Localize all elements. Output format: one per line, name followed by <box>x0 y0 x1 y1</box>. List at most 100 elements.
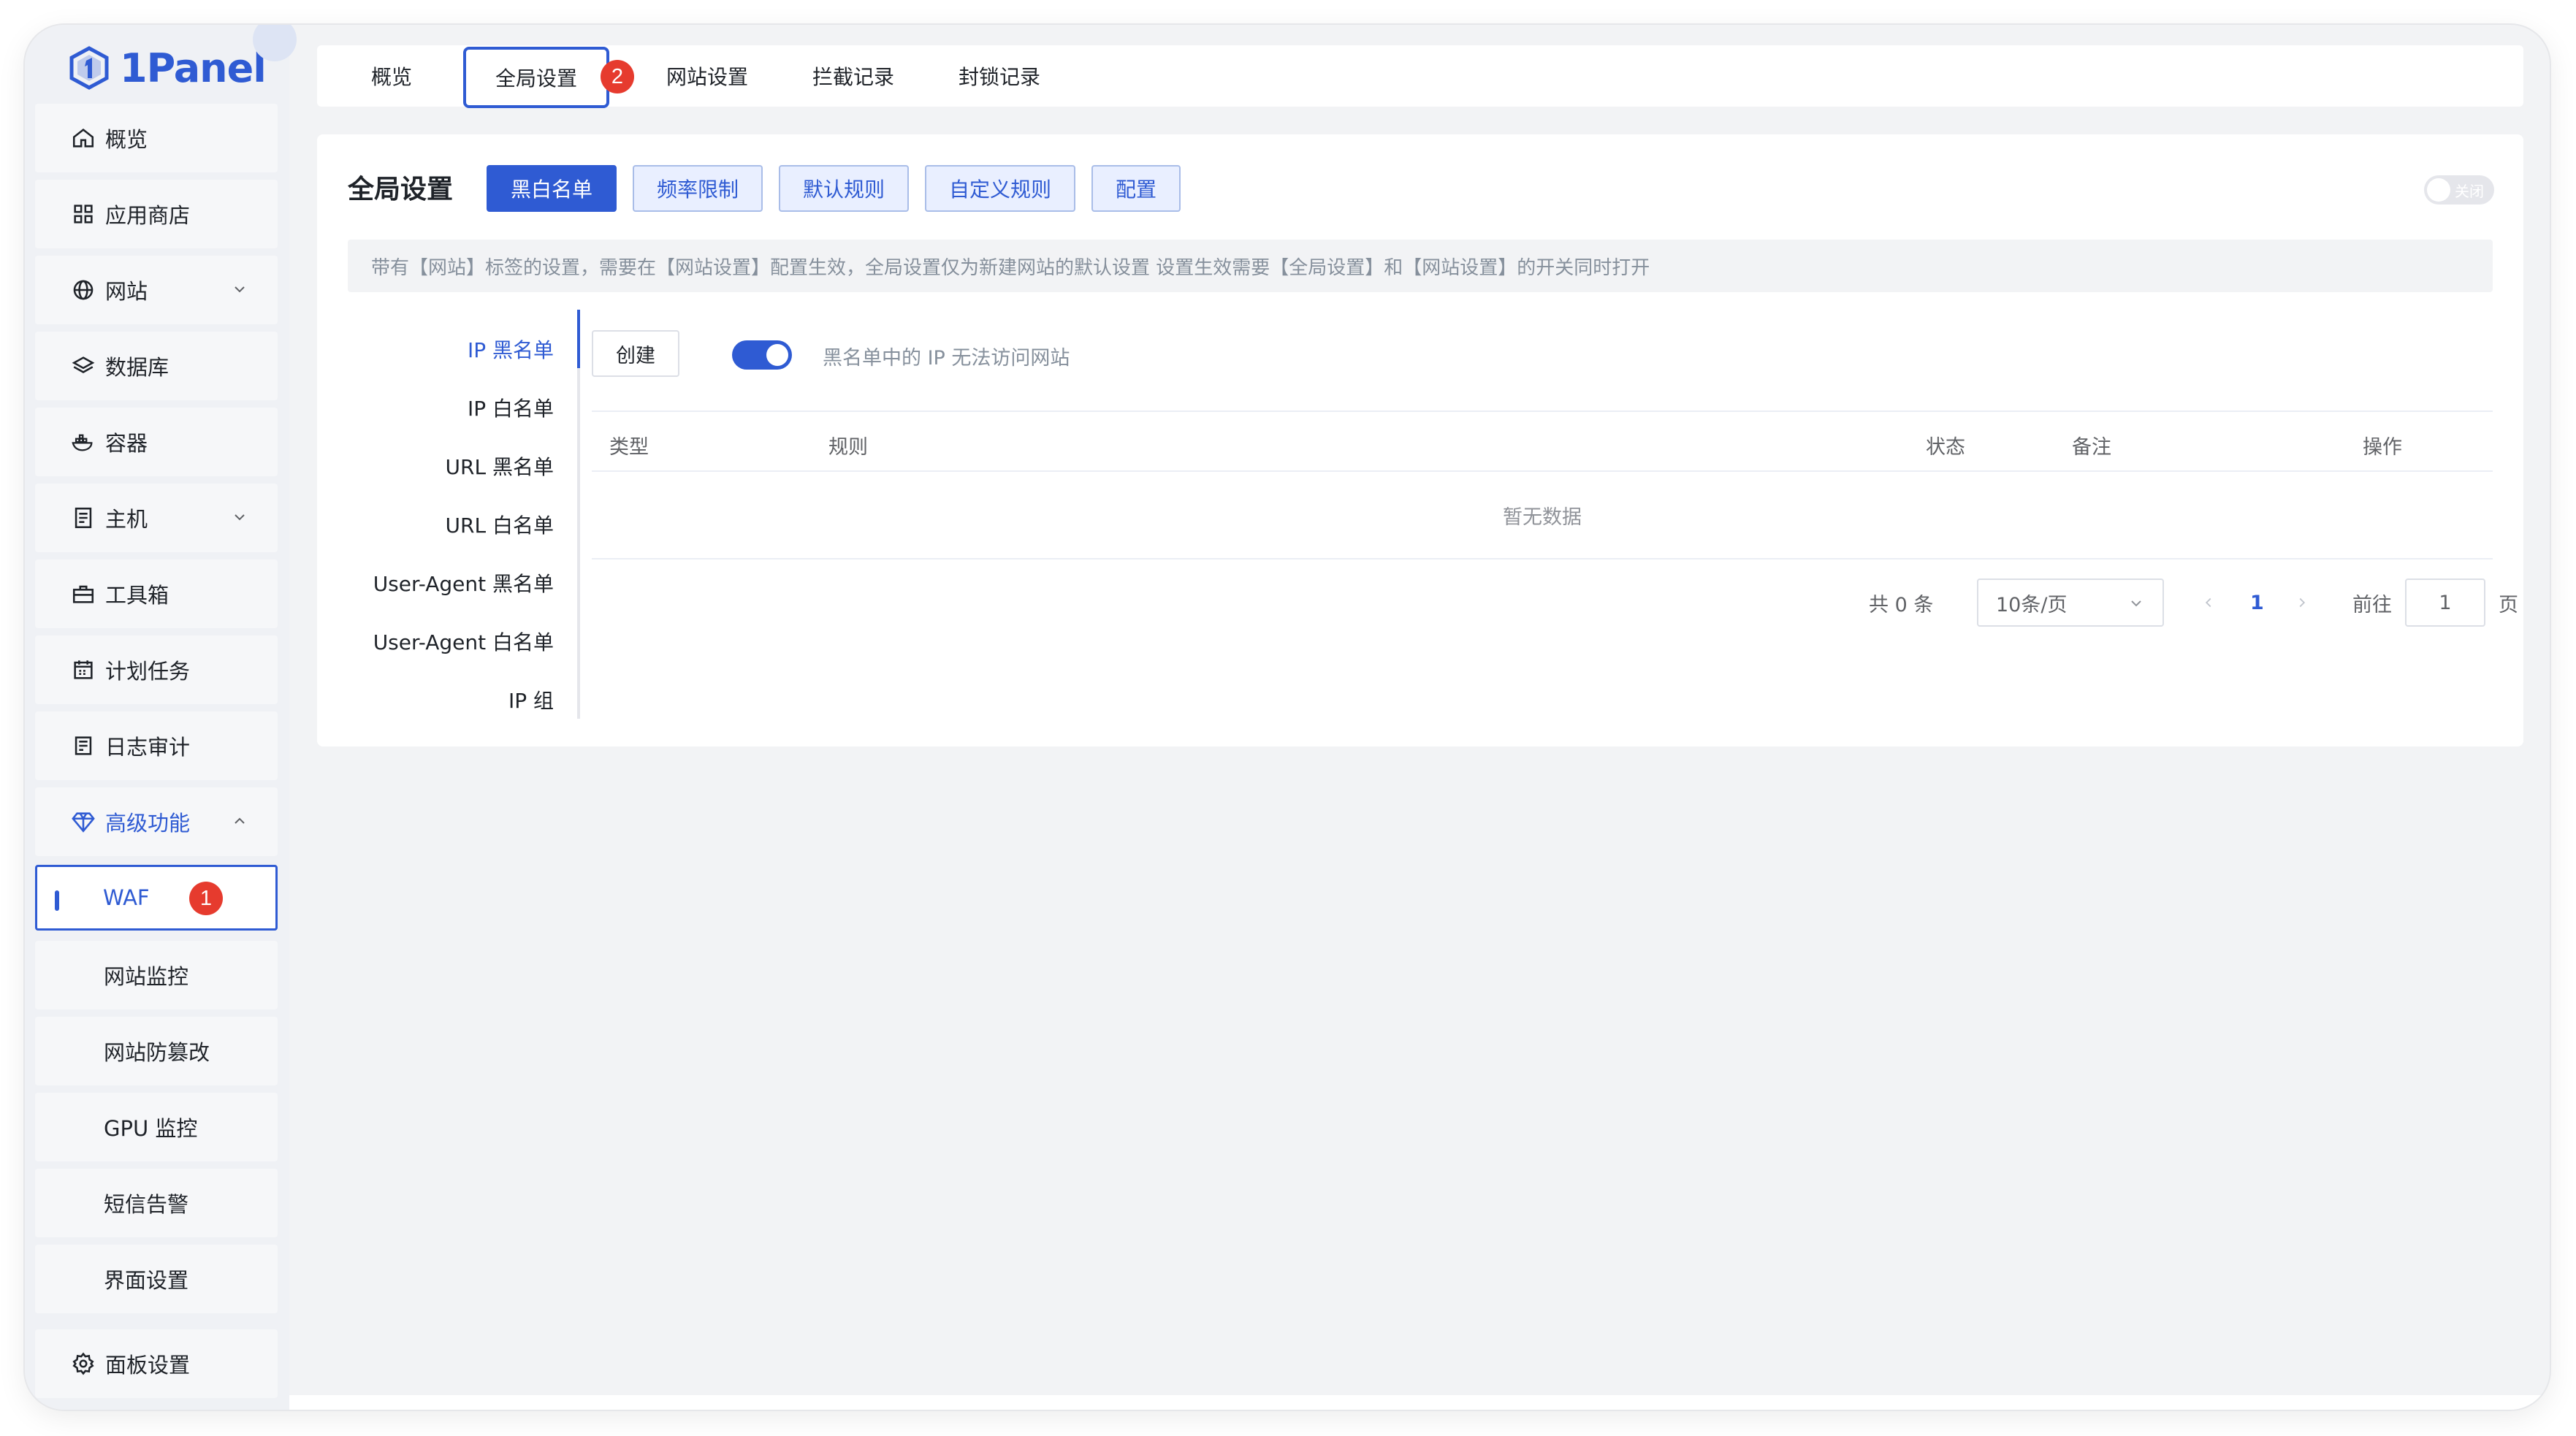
layers-icon <box>69 351 98 381</box>
rule-url-whitelist[interactable]: URL 白名单 <box>446 495 554 554</box>
pill-default-rules[interactable]: 默认规则 <box>779 165 909 212</box>
sidebar-item-label: 网站监控 <box>104 964 189 989</box>
sidebar-item-site-monitor[interactable]: 网站监控 <box>35 941 278 1009</box>
sidebar-item-waf[interactable]: WAF 1 <box>35 865 278 931</box>
page-size-value: 10条/页 <box>1996 593 2068 616</box>
sidebar-item-app-store[interactable]: 应用商店 <box>35 180 278 248</box>
rule-list-divider <box>577 310 580 719</box>
logo-icon <box>69 46 109 90</box>
sidebar-item-label: 主机 <box>105 507 148 532</box>
globe-icon <box>69 275 98 305</box>
sidebar-item-label: WAF <box>103 885 150 910</box>
logo-text: 1Panel <box>120 45 267 91</box>
server-icon <box>69 503 98 532</box>
sidebar-item-website[interactable]: 网站 <box>35 256 278 324</box>
goto-label: 前往 <box>2352 593 2392 616</box>
rule-ua-whitelist[interactable]: User-Agent 白名单 <box>373 612 554 671</box>
tab-block-logs[interactable]: 封锁记录 <box>959 45 1040 107</box>
chevron-left-icon <box>2205 597 2211 608</box>
home-icon <box>69 123 98 153</box>
sidebar-item-container[interactable]: 容器 <box>35 408 278 476</box>
column-actions: 操作 <box>2363 436 2402 459</box>
global-toggle[interactable]: 关闭 <box>2424 175 2494 205</box>
sidebar-item-panel-settings[interactable]: 面板设置 <box>35 1329 278 1398</box>
toggle-knob <box>2427 178 2450 202</box>
diamond-icon <box>69 807 98 836</box>
rule-ip-group[interactable]: IP 组 <box>508 671 554 729</box>
tab-site-settings[interactable]: 网站设置 <box>666 45 748 107</box>
sidebar-item-toolbox[interactable]: 工具箱 <box>35 559 278 628</box>
pill-config[interactable]: 配置 <box>1091 165 1181 212</box>
sidebar-item-label: 数据库 <box>105 355 169 380</box>
settings-notice: 带有【网站】标签的设置，需要在【网站设置】配置生效，全局设置仅为新建网站的默认设… <box>348 240 2493 292</box>
chevron-right-icon <box>2299 597 2306 608</box>
step-badge-1: 1 <box>189 882 223 915</box>
docker-icon <box>69 427 98 457</box>
sidebar-item-log-audit[interactable]: 日志审计 <box>35 711 278 780</box>
prev-page-button[interactable] <box>2200 578 2217 627</box>
page-title: 全局设置 <box>348 175 454 205</box>
pill-custom-rules[interactable]: 自定义规则 <box>925 165 1075 212</box>
sidebar-item-label: GPU 监控 <box>104 1116 198 1141</box>
switch-description: 黑名单中的 IP 无法访问网站 <box>823 347 1070 370</box>
page-number-current[interactable]: 1 <box>2250 578 2264 627</box>
gear-icon <box>69 1349 98 1378</box>
column-rule: 规则 <box>828 436 868 459</box>
column-remark: 备注 <box>2072 436 2111 459</box>
pagination-total: 共 0 条 <box>1869 593 1934 616</box>
sidebar-item-database[interactable]: 数据库 <box>35 332 278 400</box>
rule-url-blacklist[interactable]: URL 黑名单 <box>446 437 554 495</box>
table-header: 类型 规则 状态 备注 操作 <box>592 410 2493 472</box>
chevron-up-icon <box>235 817 245 824</box>
sidebar-item-overview[interactable]: 概览 <box>35 104 278 172</box>
sidebar-item-sms-alert[interactable]: 短信告警 <box>35 1169 278 1237</box>
sidebar-item-advanced[interactable]: 高级功能 <box>35 787 278 856</box>
goto-page-input[interactable]: 1 <box>2405 578 2485 627</box>
page-size-select[interactable]: 10条/页 <box>1977 578 2164 627</box>
sidebar-item-label: 短信告警 <box>104 1192 189 1217</box>
chevron-down-icon <box>2131 600 2141 607</box>
sidebar-item-label: 应用商店 <box>105 203 191 228</box>
rule-ua-blacklist[interactable]: User-Agent 黑名单 <box>373 554 554 612</box>
toolbox-icon <box>69 579 98 608</box>
chevron-down-icon <box>235 286 245 293</box>
sidebar-item-tamper-proof[interactable]: 网站防篡改 <box>35 1017 278 1085</box>
tab-label: 全局设置 <box>495 66 578 91</box>
pill-black-white-list[interactable]: 黑白名单 <box>487 165 617 212</box>
switch-knob <box>766 344 788 366</box>
sidebar-item-label: 概览 <box>105 127 148 152</box>
chevron-down-icon <box>235 514 245 521</box>
global-settings-card: 全局设置 黑白名单 频率限制 默认规则 自定义规则 配置 关闭 带有【网站】标签… <box>317 134 2523 746</box>
app-window: 1Panel 概览 应用商店 网站 数据库 容器 主机 工具箱 计划任务 日志审… <box>25 25 2550 1410</box>
logo[interactable]: 1Panel <box>69 38 267 98</box>
step-badge-2: 2 <box>601 60 634 93</box>
sidebar-item-label: 高级功能 <box>105 811 191 836</box>
sidebar-item-ui-settings[interactable]: 界面设置 <box>35 1245 278 1313</box>
waf-tabs: 概览 全局设置 2 网站设置 拦截记录 封锁记录 <box>317 45 2523 108</box>
sidebar-item-gpu-monitor[interactable]: GPU 监控 <box>35 1093 278 1161</box>
sidebar-item-host[interactable]: 主机 <box>35 484 278 552</box>
empty-state: 暂无数据 <box>592 472 2493 559</box>
rule-ip-blacklist[interactable]: IP 黑名单 <box>468 320 554 378</box>
create-button[interactable]: 创建 <box>592 330 679 377</box>
next-page-button[interactable] <box>2294 578 2310 627</box>
active-indicator <box>55 890 59 911</box>
pill-rate-limit[interactable]: 频率限制 <box>633 165 763 212</box>
sidebar-item-label: 日志审计 <box>105 735 191 760</box>
log-icon <box>69 731 98 760</box>
sidebar-item-label: 界面设置 <box>104 1268 189 1293</box>
tab-global-settings[interactable]: 全局设置 <box>463 47 610 108</box>
sidebar-item-label: 计划任务 <box>105 659 191 684</box>
calendar-icon <box>69 655 98 684</box>
tab-intercept-logs[interactable]: 拦截记录 <box>812 45 894 107</box>
tab-overview[interactable]: 概览 <box>371 45 412 107</box>
sidebar-item-label: 容器 <box>105 431 148 456</box>
page-suffix: 页 <box>2499 593 2518 616</box>
grid-icon <box>69 199 98 229</box>
blacklist-switch[interactable] <box>732 340 792 370</box>
rule-ip-whitelist[interactable]: IP 白名单 <box>468 378 554 437</box>
sidebar-item-label: 工具箱 <box>105 583 169 608</box>
column-type: 类型 <box>609 436 649 459</box>
footer-strip <box>289 1395 2550 1410</box>
sidebar-item-cron[interactable]: 计划任务 <box>35 635 278 704</box>
